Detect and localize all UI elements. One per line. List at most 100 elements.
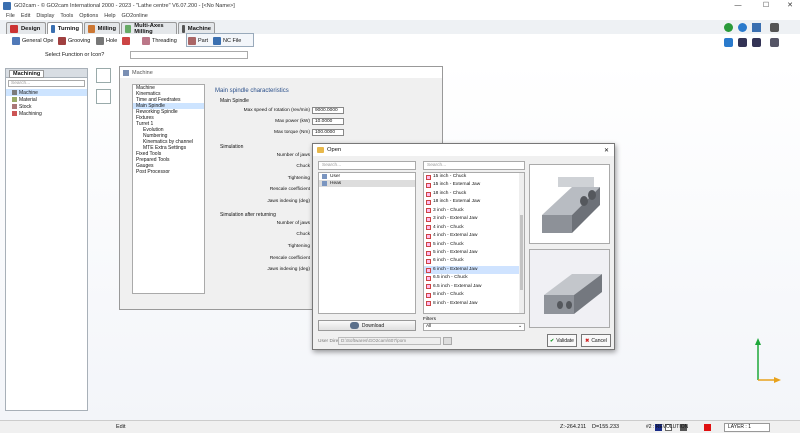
menu-file[interactable]: File — [6, 13, 15, 19]
side-tool-button-2[interactable] — [96, 89, 111, 104]
file-icon — [426, 183, 431, 189]
menu-help[interactable]: Help — [104, 13, 115, 19]
file-item[interactable]: 4 inch - Chuck — [424, 224, 524, 232]
filters-label: Filters — [423, 317, 437, 322]
chuck-jaw-preview-icon — [542, 177, 600, 233]
max-power-field[interactable]: 10.0000 — [312, 118, 344, 125]
settings-icon[interactable] — [752, 23, 761, 32]
grooving-button[interactable]: Grooving — [58, 35, 90, 46]
tightening-label-2: Tightening — [287, 244, 310, 249]
file-list-scrollbar[interactable] — [519, 173, 524, 313]
cancel-icon: ✖ — [585, 337, 590, 344]
file-item[interactable]: 6 inch - External Jaw — [424, 265, 524, 275]
file-icon — [426, 301, 431, 307]
file-item[interactable]: 6.5 inch - Chuck — [424, 274, 524, 282]
browse-directory-button[interactable] — [443, 337, 452, 345]
threading-button[interactable]: Threading — [142, 35, 177, 46]
file-item[interactable]: 18 inch - External Jaw — [424, 198, 524, 206]
select-icon[interactable] — [724, 38, 733, 47]
file-item[interactable]: 6 inch - Chuck — [424, 257, 524, 265]
minimize-button[interactable]: — — [728, 0, 748, 11]
file-item[interactable]: 3 inch - External Jaw — [424, 215, 524, 223]
globe-icon[interactable] — [738, 23, 747, 32]
rescale-label-2: Rescale coefficient — [269, 256, 310, 261]
tree-item-material[interactable]: Material — [6, 96, 87, 103]
view-icon[interactable] — [724, 23, 733, 32]
tree-item-stock[interactable]: Stock — [6, 103, 87, 110]
nav-post-processor[interactable]: Post Processor — [133, 169, 204, 175]
layer-select[interactable]: LAYER : 1 — [724, 423, 770, 432]
file-item[interactable]: 5 inch - Chuck — [424, 241, 524, 249]
menu-options[interactable]: Options — [79, 13, 98, 19]
file-item[interactable]: 15 inch - Chuck — [424, 173, 524, 181]
axis-triad-icon — [755, 338, 781, 383]
menu-bar: File Edit Display Tools Options Help GO2… — [0, 11, 800, 20]
file-icon — [426, 259, 431, 265]
file-icon — [426, 208, 431, 214]
file-item[interactable]: 6.5 inch - External Jaw — [424, 283, 524, 291]
file-item[interactable]: 3 inch - Chuck — [424, 207, 524, 215]
menu-edit[interactable]: Edit — [21, 13, 30, 19]
cancel-button[interactable]: ✖ Cancel — [581, 334, 611, 347]
file-item[interactable]: 18 inch - Chuck — [424, 190, 524, 198]
machining-panel: Machining Search... Machine Material Sto… — [5, 68, 88, 411]
turning-icon — [51, 24, 55, 33]
file-item[interactable]: 8 inch - External Jaw — [424, 300, 524, 308]
stock-node-icon — [12, 104, 17, 109]
menu-go2online[interactable]: GO2online — [122, 13, 148, 19]
file-icon — [426, 242, 431, 248]
machine-node-icon — [12, 90, 17, 95]
file-icon — [426, 250, 431, 256]
edit-icon[interactable] — [752, 38, 761, 47]
machine-icon — [182, 24, 185, 33]
maximize-button[interactable]: ☐ — [756, 0, 776, 11]
category-search-input[interactable]: Search... — [318, 161, 416, 170]
tab-milling[interactable]: Milling — [84, 22, 120, 34]
machining-tab[interactable]: Machining — [9, 70, 45, 78]
jaws-indexing-label: Jaws indexing (deg) — [267, 199, 310, 204]
panel-search-input[interactable]: Search... — [8, 80, 85, 87]
tab-design[interactable]: Design — [6, 22, 46, 34]
menu-display[interactable]: Display — [36, 13, 54, 19]
heas-folder-icon — [322, 181, 327, 186]
part-button[interactable]: Part — [188, 35, 208, 46]
tab-turning[interactable]: Turning — [47, 22, 83, 34]
nc-file-button[interactable]: NC File — [213, 35, 241, 46]
filters-select[interactable]: All ⌄ — [423, 323, 525, 331]
download-button[interactable]: Download — [318, 320, 416, 331]
tree-item-machining[interactable]: Machining — [6, 110, 87, 117]
material-node-icon — [12, 97, 17, 102]
preview-external-jaw — [529, 249, 610, 328]
general-ope-button[interactable]: General Ope — [12, 35, 54, 46]
menu-tools[interactable]: Tools — [60, 13, 73, 19]
side-tool-button-1[interactable] — [96, 68, 111, 83]
file-search-input[interactable]: Search... — [423, 161, 525, 170]
validate-button[interactable]: ✔ Validate — [547, 334, 577, 347]
tab-multi-axes[interactable]: Multi-Axes Milling — [121, 22, 177, 35]
file-item[interactable]: 8 inch - Chuck — [424, 291, 524, 299]
file-item[interactable]: 4 inch - External Jaw — [424, 232, 524, 240]
file-item[interactable]: 15 inch - External Jaw — [424, 181, 524, 189]
file-item[interactable]: 5 inch - External Jaw — [424, 249, 524, 257]
file-list-scroll-thumb[interactable] — [520, 215, 523, 290]
part-icon — [188, 36, 196, 45]
close-window-button[interactable]: ✕ — [780, 0, 800, 11]
max-torque-field[interactable]: 100.0000 — [312, 129, 344, 136]
hole-extra-button[interactable] — [122, 35, 132, 46]
nc-file-icon — [213, 36, 221, 45]
copy-icon[interactable] — [770, 38, 779, 47]
preview-chuck — [529, 164, 610, 244]
machine-dialog-title: Machine — [132, 69, 153, 76]
category-heas[interactable]: Heas — [319, 180, 415, 187]
tree-item-machine[interactable]: Machine — [6, 89, 87, 96]
function-search-input[interactable] — [130, 51, 248, 59]
category-user[interactable]: User — [319, 173, 415, 180]
jaws-indexing-label-2: Jaws indexing (deg) — [267, 267, 310, 272]
chuck-label-2: Chuck — [296, 232, 310, 237]
revolution-select[interactable]: #2 : REVOLUTION — [642, 423, 722, 432]
open-dialog-close-button[interactable]: ✕ — [604, 147, 609, 154]
hole-button[interactable]: Hole — [96, 35, 117, 46]
erase-icon[interactable] — [738, 38, 747, 47]
max-speed-field[interactable]: 9000.0000 — [312, 107, 344, 114]
expand-icon[interactable] — [770, 23, 779, 32]
